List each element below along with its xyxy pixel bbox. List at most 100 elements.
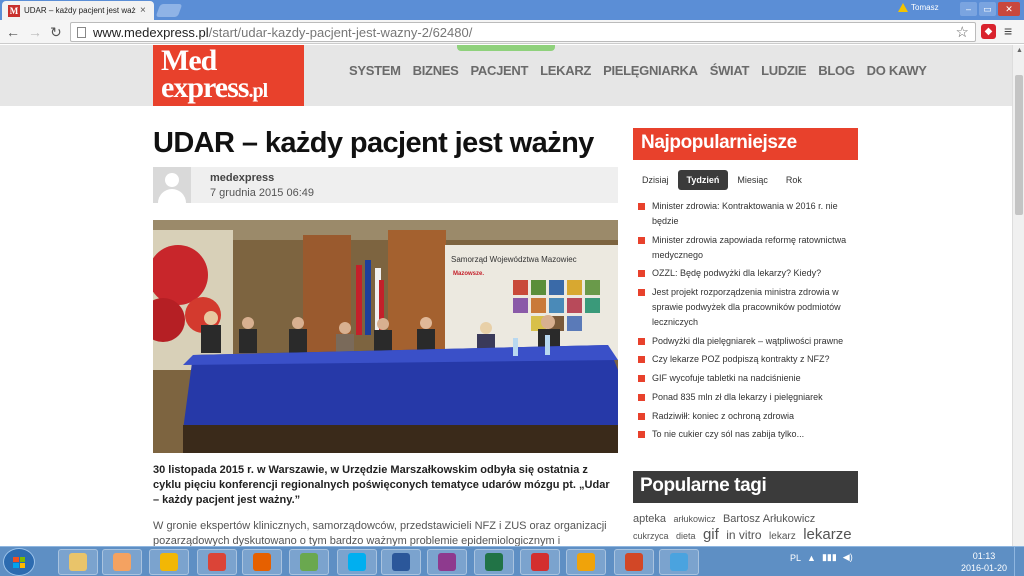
popular-item-label: Czy lekarze POZ podpiszą kontrakty z NFZ… bbox=[652, 354, 830, 365]
taskbar-winrar-button[interactable] bbox=[427, 549, 467, 575]
taskbar-updater-button[interactable] bbox=[149, 549, 189, 575]
popular-item[interactable]: Jest projekt rozporządzenia ministra zdr… bbox=[638, 285, 860, 330]
maximize-button[interactable]: ▭ bbox=[979, 2, 996, 16]
popular-item-label: Minister zdrowia zapowiada reformę ratow… bbox=[652, 234, 847, 260]
bullet-square-icon bbox=[638, 337, 645, 345]
nav-item-blog[interactable]: BLOG bbox=[818, 63, 855, 78]
reload-icon[interactable]: ↻ bbox=[50, 24, 62, 41]
popular-item[interactable]: Podwyżki dla pielęgniarek – wątpliwości … bbox=[638, 334, 860, 349]
site-header: Med express.pl SYSTEM BIZNES PACJENT LEKARZ… bbox=[0, 45, 1012, 106]
taskbar-media-player-button[interactable] bbox=[102, 549, 142, 575]
forward-icon[interactable]: → bbox=[28, 24, 42, 40]
taskbar-acrobat-button[interactable] bbox=[520, 549, 560, 575]
outlook-icon bbox=[577, 553, 595, 571]
period-tab-1[interactable]: Tydzień bbox=[677, 170, 729, 190]
bookmark-star-icon[interactable]: ☆ bbox=[956, 23, 969, 41]
popular-item[interactable]: Minister zdrowia: Kontraktowania w 2016 … bbox=[638, 199, 860, 229]
nav-item-do kawy[interactable]: DO KAWY bbox=[867, 63, 927, 78]
skype-icon bbox=[348, 553, 366, 571]
app-green-icon bbox=[300, 553, 318, 571]
popular-item[interactable]: OZZL: Będę podwyżki dla lekarzy? Kiedy? bbox=[638, 266, 860, 281]
nav-item-pacjent[interactable]: PACJENT bbox=[471, 63, 529, 78]
taskbar-app-green-button[interactable] bbox=[289, 549, 329, 575]
tag-link[interactable]: cukrzyca bbox=[633, 531, 669, 541]
close-window-button[interactable]: ✕ bbox=[998, 2, 1020, 16]
nav-item-system[interactable]: SYSTEM bbox=[349, 63, 401, 78]
period-tab-2[interactable]: Miesiąc bbox=[728, 170, 777, 190]
tray-arrow-icon[interactable]: ▲ bbox=[807, 553, 816, 563]
popular-item[interactable]: Radziwiłł: koniec z ochroną zdrowia bbox=[638, 409, 860, 424]
publish-date: 7 grudnia 2015 06:49 bbox=[210, 187, 314, 199]
winrar-icon bbox=[438, 553, 456, 571]
language-indicator[interactable]: PL bbox=[790, 553, 801, 563]
tag-link[interactable]: arłukowicz bbox=[673, 514, 715, 524]
nav-item-ludzie[interactable]: LUDZIE bbox=[761, 63, 806, 78]
tag-link[interactable]: gif bbox=[703, 526, 719, 543]
taskbar-chrome-button[interactable] bbox=[197, 549, 237, 575]
taskbar-explorer-button[interactable] bbox=[58, 549, 98, 575]
taskbar-skype-button[interactable] bbox=[337, 549, 377, 575]
back-icon[interactable]: ← bbox=[6, 24, 20, 40]
nav-item-biznes[interactable]: BIZNES bbox=[413, 63, 459, 78]
browser-toolbar: ← → ↻ www.medexpress.pl /start/udar-kazd… bbox=[0, 20, 1024, 44]
explorer-icon bbox=[69, 553, 87, 571]
popular-list: Minister zdrowia: Kontraktowania w 2016 … bbox=[638, 199, 860, 446]
firefox-icon bbox=[253, 553, 271, 571]
popular-item[interactable]: Czy lekarze POZ podpiszą kontrakty z NFZ… bbox=[638, 352, 860, 367]
scroll-thumb[interactable] bbox=[1015, 75, 1023, 215]
medexpress-favicon-icon: M bbox=[8, 4, 20, 17]
page-scrollbar[interactable]: ▲ bbox=[1012, 45, 1024, 546]
article-photo: Samorząd Województwa Mazowiec Mazowsze. bbox=[153, 220, 618, 453]
taskbar-photos-button[interactable] bbox=[659, 549, 699, 575]
popular-item[interactable]: GIF wycofuje tabletki na nadciśnienie bbox=[638, 371, 860, 386]
photos-icon bbox=[670, 553, 688, 571]
author-name[interactable]: medexpress bbox=[210, 172, 274, 184]
clock[interactable]: 01:13 2016-01-20 bbox=[960, 550, 1008, 574]
taskbar-excel-button[interactable] bbox=[474, 549, 514, 575]
minimize-button[interactable]: – bbox=[960, 2, 977, 16]
start-button[interactable] bbox=[3, 548, 35, 576]
new-tab-button[interactable] bbox=[155, 4, 183, 17]
nav-item-lekarz[interactable]: LEKARZ bbox=[540, 63, 591, 78]
powerpoint-icon bbox=[625, 553, 643, 571]
browser-user[interactable]: Tomasz bbox=[898, 3, 939, 12]
menu-icon[interactable]: ≡ bbox=[1004, 23, 1012, 39]
popular-item-label: Jest projekt rozporządzenia ministra zdr… bbox=[652, 287, 841, 328]
site-logo[interactable]: Med express.pl bbox=[153, 45, 304, 106]
popular-item[interactable]: To nie cukier czy sól nas zabija tylko..… bbox=[638, 427, 860, 442]
show-desktop-button[interactable] bbox=[1014, 547, 1024, 576]
tag-link[interactable]: in vitro bbox=[726, 528, 761, 542]
tag-link[interactable]: lekarze bbox=[803, 526, 851, 543]
period-tabs: Dzisiaj Tydzień Miesiąc Rok bbox=[633, 170, 811, 190]
tag-link[interactable]: dieta bbox=[676, 531, 696, 541]
tab-title: UDAR – każdy pacjent jest ważny bbox=[24, 6, 136, 15]
tag-link[interactable]: lekarz bbox=[769, 531, 796, 542]
browser-tab[interactable]: M UDAR – każdy pacjent jest ważny × bbox=[2, 1, 154, 20]
tab-close-icon[interactable]: × bbox=[140, 5, 146, 16]
signal-icon[interactable]: ▮▮▮ bbox=[822, 552, 837, 563]
scroll-up-icon[interactable]: ▲ bbox=[1016, 47, 1023, 54]
bullet-square-icon bbox=[638, 270, 645, 278]
tags-header: Popularne tagi bbox=[633, 471, 858, 503]
bullet-square-icon bbox=[638, 412, 645, 420]
taskbar-powerpoint-button[interactable] bbox=[614, 549, 654, 575]
bullet-square-icon bbox=[638, 375, 645, 383]
taskbar-firefox-button[interactable] bbox=[242, 549, 282, 575]
tag-link[interactable]: Bartosz Arłukowicz bbox=[723, 513, 815, 525]
word-icon bbox=[392, 553, 410, 571]
excel-icon bbox=[485, 553, 503, 571]
extension-icon[interactable]: ◆ bbox=[981, 24, 996, 39]
period-tab-0[interactable]: Dzisiaj bbox=[633, 170, 678, 190]
popular-item[interactable]: Ponad 835 mln zł dla lekarzy i pielęgnia… bbox=[638, 390, 860, 405]
period-tab-3[interactable]: Rok bbox=[777, 170, 811, 190]
nav-item-pielęgniarka[interactable]: PIELĘGNIARKA bbox=[603, 63, 698, 78]
chrome-icon bbox=[208, 553, 226, 571]
nav-item-świat[interactable]: ŚWIAT bbox=[710, 63, 750, 78]
volume-icon[interactable]: ◀) bbox=[843, 552, 853, 563]
avatar bbox=[153, 167, 191, 203]
popular-item[interactable]: Minister zdrowia zapowiada reformę ratow… bbox=[638, 233, 860, 263]
taskbar-outlook-button[interactable] bbox=[566, 549, 606, 575]
address-bar[interactable]: www.medexpress.pl /start/udar-kazdy-pacj… bbox=[70, 22, 976, 42]
tag-link[interactable]: apteka bbox=[633, 513, 666, 525]
taskbar-word-button[interactable] bbox=[381, 549, 421, 575]
